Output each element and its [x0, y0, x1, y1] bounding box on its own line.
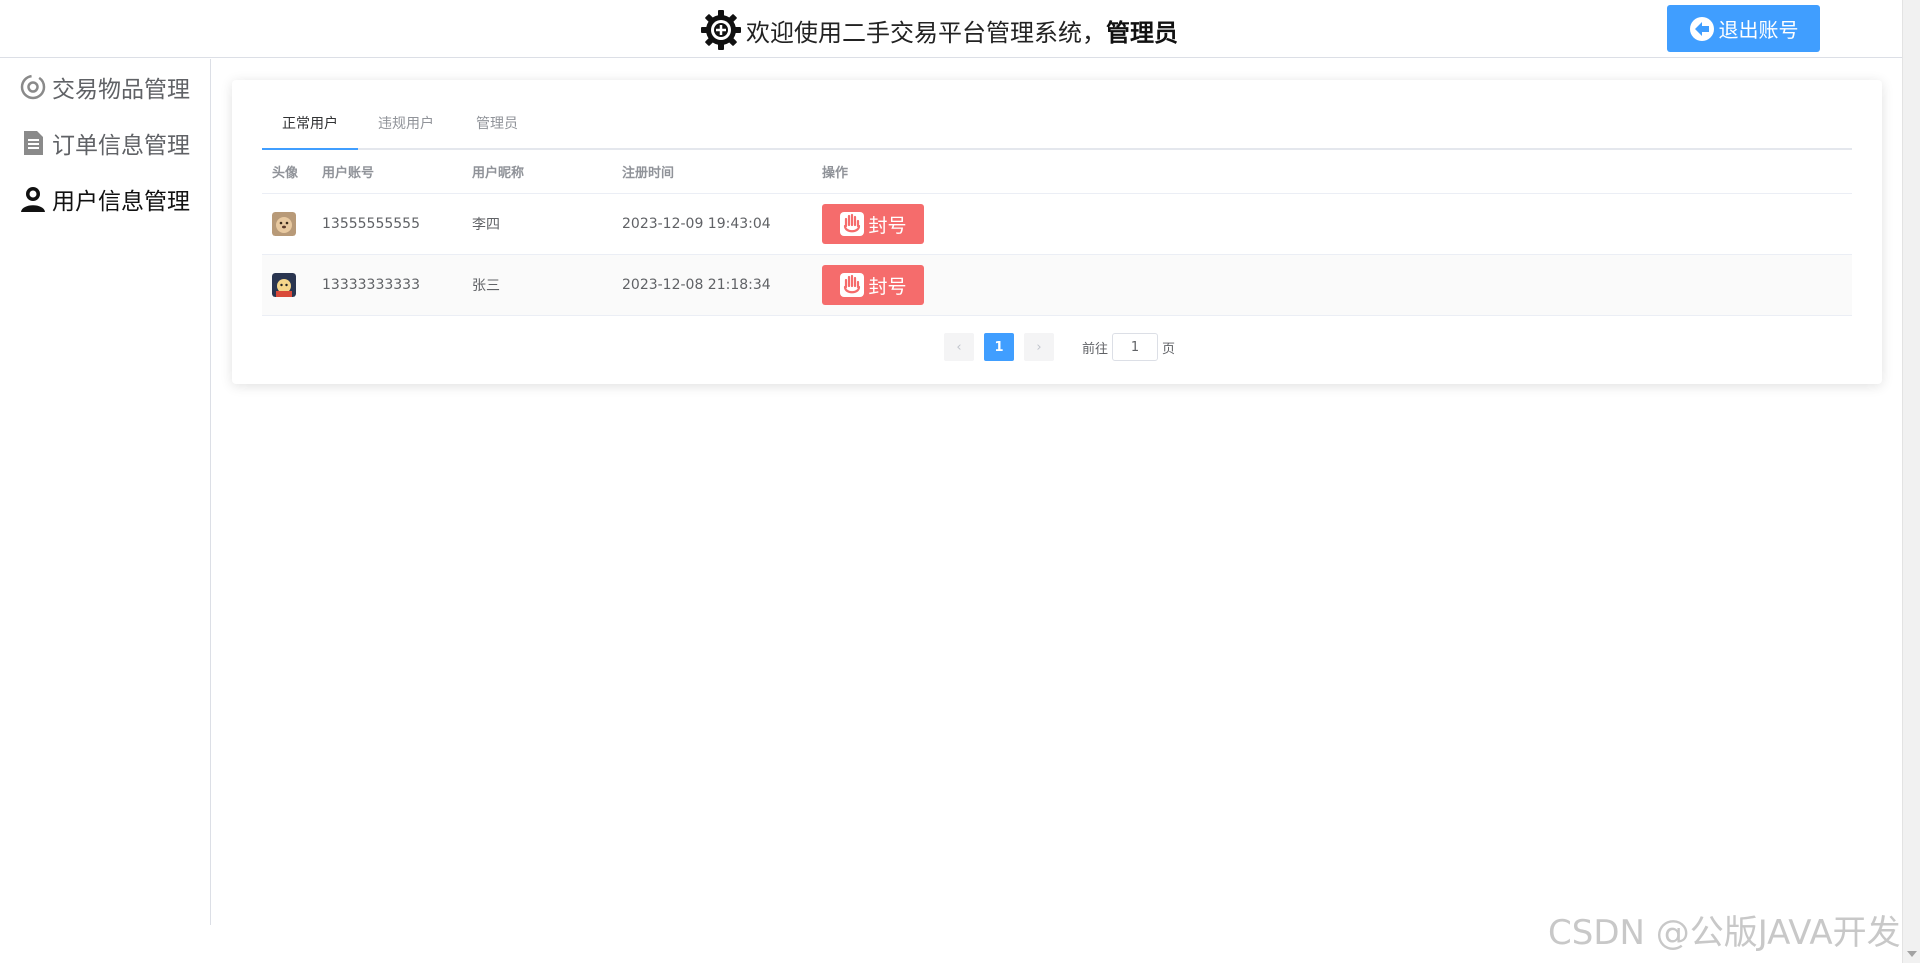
sidebar-item-label: 订单信息管理 [52, 133, 190, 159]
hand-icon [840, 212, 865, 236]
col-nickname-header: 用户昵称 [472, 166, 525, 181]
title-user: 管理员 [1106, 18, 1178, 47]
sidebar: 交易物品管理 订单信息管理 用户信息管理 [0, 59, 211, 925]
gear-icon [701, 10, 741, 50]
sidebar-item-users[interactable]: 用户信息管理 [0, 171, 210, 227]
tab-admins[interactable]: 管理员 [454, 100, 540, 150]
goto-suffix: 页 [1162, 341, 1176, 357]
next-page-button[interactable]: › [1024, 333, 1054, 361]
hand-icon [840, 273, 865, 297]
ban-label: 封号 [868, 275, 907, 298]
cell-nickname: 张三 [472, 278, 500, 294]
logout-label: 退出账号 [1718, 18, 1799, 42]
avatar [272, 273, 296, 297]
arrow-left-icon [1689, 16, 1714, 41]
avatar [272, 212, 296, 236]
user-icon [21, 187, 45, 212]
prev-page-button[interactable]: ‹ [944, 333, 974, 361]
logout-button[interactable]: 退出账号 [1667, 5, 1820, 52]
scrollbar[interactable] [1902, 0, 1920, 963]
table-header: 头像 用户账号 用户昵称 注册时间 操作 [262, 150, 1852, 194]
pagination: ‹ 1 › 前往 页 [944, 333, 1175, 361]
cell-registered: 2023-12-09 19:43:04 [622, 216, 771, 232]
col-account-header: 用户账号 [322, 166, 375, 181]
ban-button[interactable]: 封号 [822, 204, 924, 244]
goto-page-input[interactable] [1112, 333, 1159, 361]
scroll-down-icon[interactable] [1907, 951, 1917, 957]
sidebar-item-orders[interactable]: 订单信息管理 [0, 115, 210, 171]
chevron-right-icon: › [1036, 339, 1042, 355]
items-icon [20, 74, 46, 100]
goto-prefix: 前往 [1082, 341, 1109, 357]
watermark: CSDN @公版JAVA开发 [1548, 913, 1901, 953]
page-number[interactable]: 1 [984, 333, 1014, 361]
cell-account: 13333333333 [322, 277, 420, 293]
sidebar-item-label: 交易物品管理 [52, 77, 190, 103]
sidebar-item-label: 用户信息管理 [52, 189, 190, 215]
cell-account: 13555555555 [322, 216, 420, 232]
col-registered-header: 注册时间 [622, 166, 675, 181]
document-icon [24, 131, 43, 155]
col-avatar-header: 头像 [272, 166, 299, 181]
tab-normal-users[interactable]: 正常用户 [262, 100, 358, 150]
user-list-card: 正常用户 违规用户 管理员 头像 用户账号 用户昵称 注册时间 操作 13555… [232, 80, 1882, 384]
sidebar-item-goods[interactable]: 交易物品管理 [0, 59, 210, 115]
page-title: 欢迎使用二手交易平台管理系统， 管理员 [700, 10, 1178, 50]
col-action-header: 操作 [822, 166, 849, 181]
cell-nickname: 李四 [472, 217, 500, 233]
ban-button[interactable]: 封号 [822, 265, 924, 305]
table-row: 13333333333 张三 2023-12-08 21:18:34 封号 [262, 255, 1852, 316]
tab-violating-users[interactable]: 违规用户 [358, 100, 454, 150]
top-header: 欢迎使用二手交易平台管理系统， 管理员 退出账号 [0, 0, 1920, 58]
table-row: 13555555555 李四 2023-12-09 19:43:04 封号 [262, 194, 1852, 255]
cell-registered: 2023-12-08 21:18:34 [622, 277, 771, 293]
ban-label: 封号 [868, 214, 907, 237]
goto-page: 前往 页 [1082, 333, 1175, 361]
chevron-left-icon: ‹ [956, 339, 962, 355]
title-prefix: 欢迎使用二手交易平台管理系统， [746, 18, 1106, 47]
user-tabs: 正常用户 违规用户 管理员 [262, 100, 1852, 150]
user-table: 头像 用户账号 用户昵称 注册时间 操作 13555555555 李四 2023… [262, 150, 1852, 316]
